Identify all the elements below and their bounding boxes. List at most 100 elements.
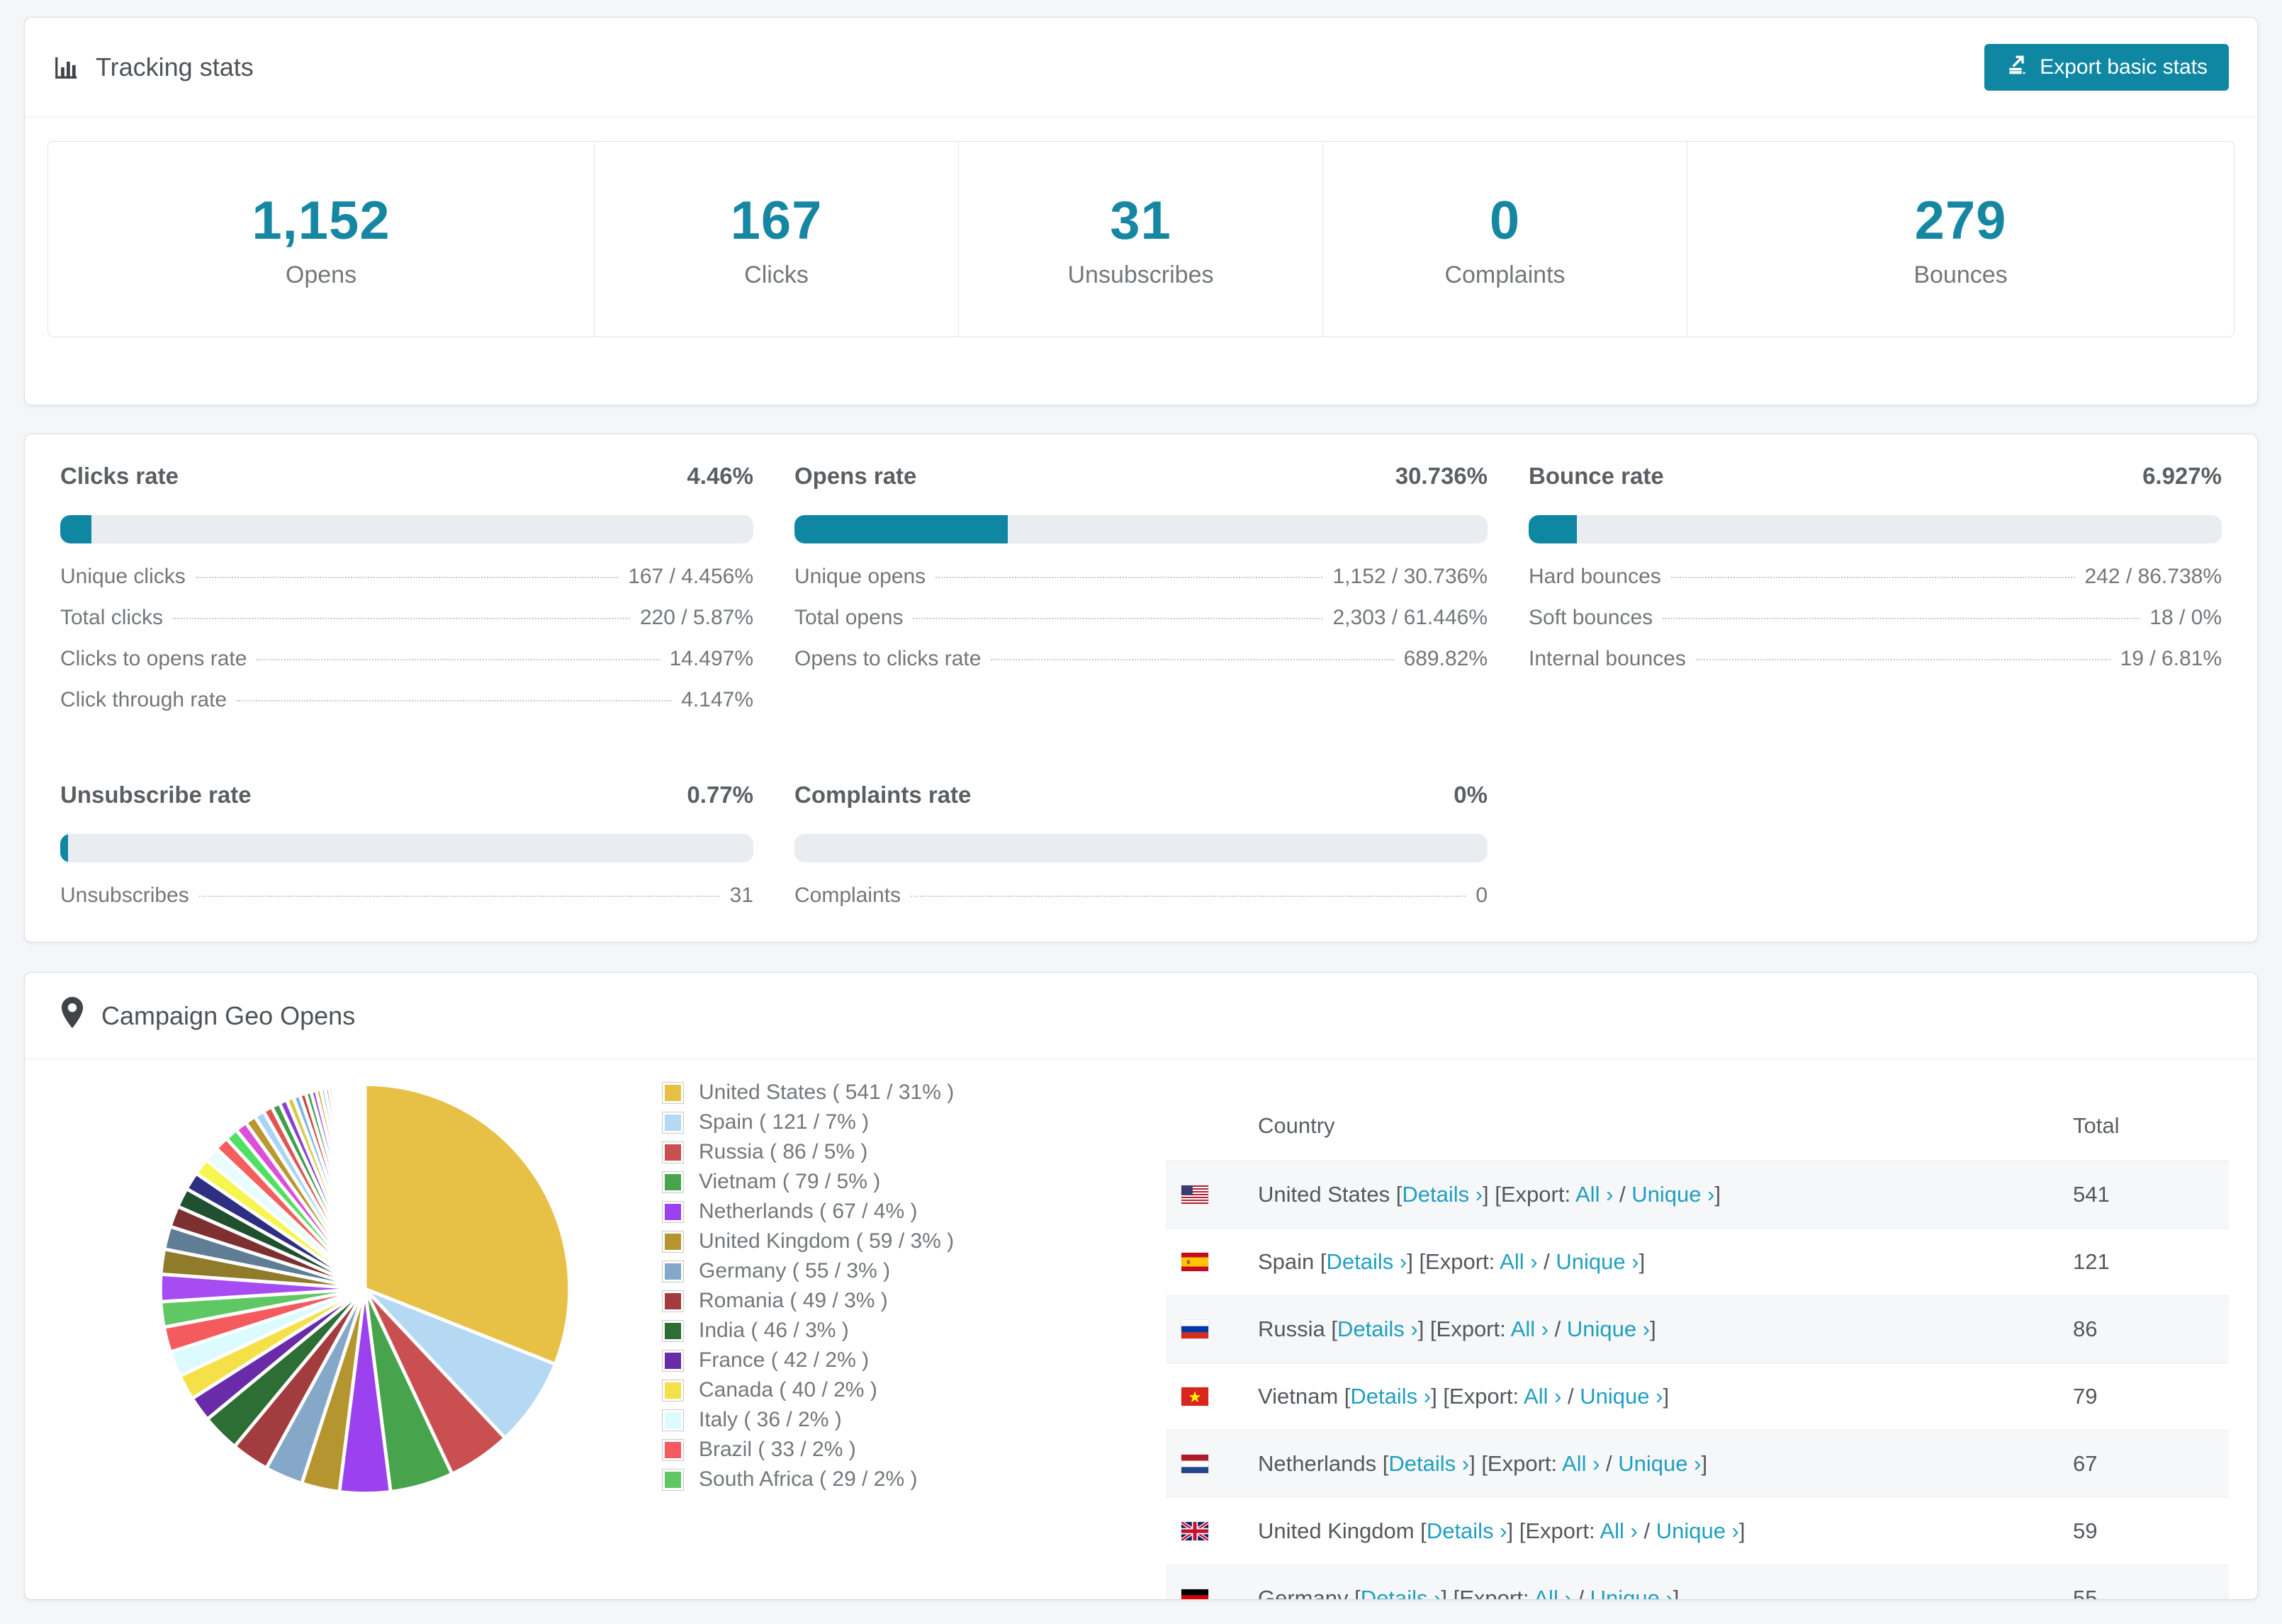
legend-label: United States ( 541 / 31% ) [699, 1081, 955, 1104]
export-all-link[interactable]: All › [1500, 1249, 1537, 1274]
export-all-link[interactable]: All › [1600, 1518, 1637, 1543]
ru-flag-icon [1181, 1320, 1258, 1338]
legend-color-swatch [662, 1081, 684, 1104]
rate-percent: 30.736% [1395, 463, 1488, 489]
details-link[interactable]: Details › [1350, 1384, 1431, 1409]
export-unique-link[interactable]: Unique › [1631, 1182, 1714, 1207]
table-row-ru: Russia [Details ›] [Export: All › / Uniq… [1166, 1296, 2229, 1363]
details-link[interactable]: Details › [1361, 1586, 1441, 1599]
rate-progress-bar [794, 515, 1488, 543]
legend-color-swatch [662, 1379, 684, 1402]
details-link[interactable]: Details › [1402, 1182, 1483, 1207]
rate-progress-bar [794, 834, 1488, 862]
country-cell: Vietnam [Details ›] [Export: All › / Uni… [1258, 1384, 1670, 1409]
details-link[interactable]: Details › [1388, 1451, 1469, 1476]
rate-progress-fill [794, 515, 1008, 543]
rate-title: Clicks rate [60, 463, 179, 489]
pie-legend: United States ( 541 / 31% ) Spain ( 121 … [662, 1078, 1116, 1599]
rate-detail-value: 14.497% [669, 647, 753, 670]
total-cell: 55 [2073, 1586, 2098, 1600]
summary-stat-cell: 31 Unsubscribes [959, 142, 1323, 337]
geo-header: Campaign Geo Opens [25, 973, 2257, 1059]
rate-title: Complaints rate [794, 782, 972, 808]
export-all-link[interactable]: All › [1534, 1586, 1571, 1599]
legend-color-swatch [662, 1171, 684, 1193]
rate-progress-bar [60, 834, 753, 862]
tracking-stats-title: Tracking stats [53, 52, 254, 82]
rate-detail-label: Total clicks [60, 606, 164, 629]
total-cell: Total [2073, 1112, 2120, 1138]
legend-label: France ( 42 / 2% ) [699, 1348, 870, 1372]
geo-country-table: Country Total United States [Details ›] … [1166, 1090, 2229, 1600]
dotted-leader [257, 659, 660, 660]
total-cell: 121 [2073, 1249, 2110, 1274]
details-link[interactable]: Details › [1327, 1249, 1407, 1274]
dotted-leader [911, 896, 1466, 897]
rate-detail-rows: Complaints 0 [794, 884, 1488, 925]
geo-content: United States ( 541 / 31% ) Spain ( 121 … [25, 1059, 2257, 1600]
rate-detail-label: Unsubscribes [60, 884, 189, 907]
rate-detail-value: 1,152 / 30.736% [1332, 565, 1488, 588]
summary-stat-value: 279 [1914, 190, 2007, 251]
gb-flag-icon [1181, 1522, 1258, 1540]
rate-progress-fill [60, 834, 68, 862]
legend-item: United States ( 541 / 31% ) [662, 1078, 1116, 1107]
rate-detail-value: 220 / 5.87% [639, 606, 753, 629]
country-cell: United States [Details ›] [Export: All ›… [1258, 1182, 1721, 1207]
rate-detail-row: Unique clicks 167 / 4.456% [60, 565, 753, 606]
summary-stat-cell: 279 Bounces [1687, 142, 2234, 337]
legend-color-swatch [662, 1290, 684, 1312]
export-unique-link[interactable]: Unique › [1618, 1451, 1701, 1476]
es-flag-icon [1181, 1253, 1258, 1271]
rate-progress-fill [60, 515, 91, 543]
rate-detail-label: Total opens [794, 606, 904, 629]
rate-detail-label: Soft bounces [1529, 606, 1653, 629]
total-cell: 541 [2073, 1182, 2110, 1207]
rate-detail-value: 19 / 6.81% [2120, 647, 2222, 670]
export-all-link[interactable]: All › [1524, 1384, 1561, 1409]
vn-flag-icon [1181, 1387, 1258, 1406]
legend-label: Italy ( 36 / 2% ) [699, 1408, 842, 1431]
table-row-us: United States [Details ›] [Export: All ›… [1166, 1161, 2229, 1229]
rate-percent: 0.77% [687, 782, 753, 808]
rate-title: Unsubscribe rate [60, 782, 252, 808]
summary-stat-cell: 167 Clicks [595, 142, 959, 337]
details-link[interactable]: Details › [1427, 1518, 1507, 1543]
export-unique-link[interactable]: Unique › [1567, 1316, 1650, 1341]
legend-item: Russia ( 86 / 5% ) [662, 1137, 1116, 1167]
export-unique-link[interactable]: Unique › [1556, 1249, 1639, 1274]
country-cell: Russia [Details ›] [Export: All › / Uniq… [1258, 1316, 1656, 1341]
export-basic-stats-button[interactable]: Export basic stats [1984, 44, 2229, 91]
summary-stat-label: Clicks [744, 261, 809, 288]
rate-progress-bar [1529, 515, 2222, 543]
rate-detail-row: Clicks to opens rate 14.497% [60, 647, 753, 688]
tracking-stats-header: Tracking stats Export basic stats [25, 18, 2257, 118]
rate-detail-row: Click through rate 4.147% [60, 688, 753, 729]
export-all-link[interactable]: All › [1575, 1182, 1613, 1207]
rate-detail-rows: Unique clicks 167 / 4.456% Total clicks … [60, 565, 753, 729]
export-all-link[interactable]: All › [1562, 1451, 1600, 1476]
rate-detail-value: 0 [1476, 884, 1488, 907]
legend-label: Canada ( 40 / 2% ) [699, 1378, 877, 1402]
table-row-vn: Vietnam [Details ›] [Export: All › / Uni… [1166, 1363, 2229, 1431]
rate-detail-label: Complaints [794, 884, 901, 907]
rate-percent: 4.46% [687, 463, 753, 489]
export-unique-link[interactable]: Unique › [1580, 1384, 1663, 1409]
legend-item: France ( 42 / 2% ) [662, 1346, 1116, 1375]
pie-slice [362, 1082, 367, 1290]
dotted-leader [173, 618, 630, 619]
summary-stat-label: Opens [285, 261, 357, 288]
summary-stat-value: 0 [1489, 190, 1521, 251]
geo-title-text: Campaign Geo Opens [101, 1000, 356, 1030]
dotted-leader [237, 700, 672, 701]
export-all-link[interactable]: All › [1511, 1316, 1548, 1341]
table-row-gb: United Kingdom [Details ›] [Export: All … [1166, 1498, 2229, 1565]
legend-color-swatch [662, 1409, 684, 1431]
legend-color-swatch [662, 1260, 684, 1282]
details-link[interactable]: Details › [1337, 1316, 1418, 1341]
dotted-leader [1670, 577, 2075, 578]
export-unique-link[interactable]: Unique › [1590, 1586, 1673, 1599]
total-cell: 59 [2073, 1518, 2098, 1543]
export-unique-link[interactable]: Unique › [1656, 1518, 1739, 1543]
dotted-leader [1695, 659, 2110, 660]
